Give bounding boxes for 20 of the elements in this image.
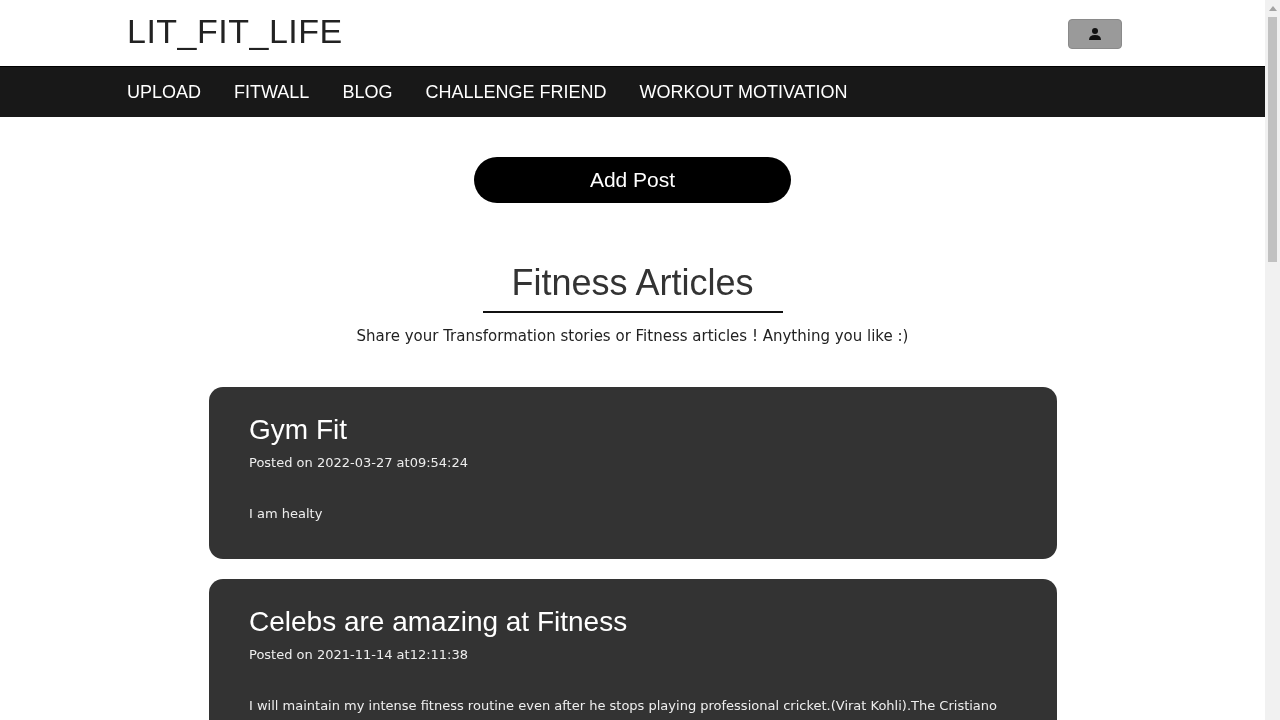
post-date: Posted on 2021-11-14 at12:11:38 xyxy=(249,647,470,662)
post-title: Gym Fit xyxy=(249,413,348,447)
nav-link[interactable]: CHALLENGE FRIEND xyxy=(425,81,607,103)
scrollbar-thumb[interactable] xyxy=(1268,17,1277,262)
post-title: Celebs are amazing at Fitness xyxy=(249,605,629,639)
section-title: Fitness Articles xyxy=(511,261,754,305)
post-body: I will maintain my intense fitness routine even after he stops playing professional cricket.(Virat Kohli).The Cristiano xyxy=(249,698,999,713)
scroll-up-icon[interactable] xyxy=(1268,6,1277,11)
post-date: Posted on 2022-03-27 at09:54:24 xyxy=(249,455,470,470)
section-subtitle: Share your Transformation stories or Fitness articles ! Anything you like :) xyxy=(356,327,909,345)
nav-link[interactable]: FITWALL xyxy=(234,81,310,103)
nav-link[interactable]: BLOG xyxy=(342,81,393,103)
nav-link[interactable]: WORKOUT MOTIVATION xyxy=(639,81,848,103)
nav-link[interactable]: UPLOAD xyxy=(127,81,202,103)
post-body: I am healty xyxy=(249,506,324,521)
user-menu-button[interactable] xyxy=(1068,19,1122,49)
scrollbar[interactable] xyxy=(1265,0,1280,720)
user-icon xyxy=(1088,28,1102,40)
site-logo[interactable]: LIT_FIT_LIFE xyxy=(127,11,343,51)
add-post-button[interactable]: Add Post xyxy=(474,157,791,203)
